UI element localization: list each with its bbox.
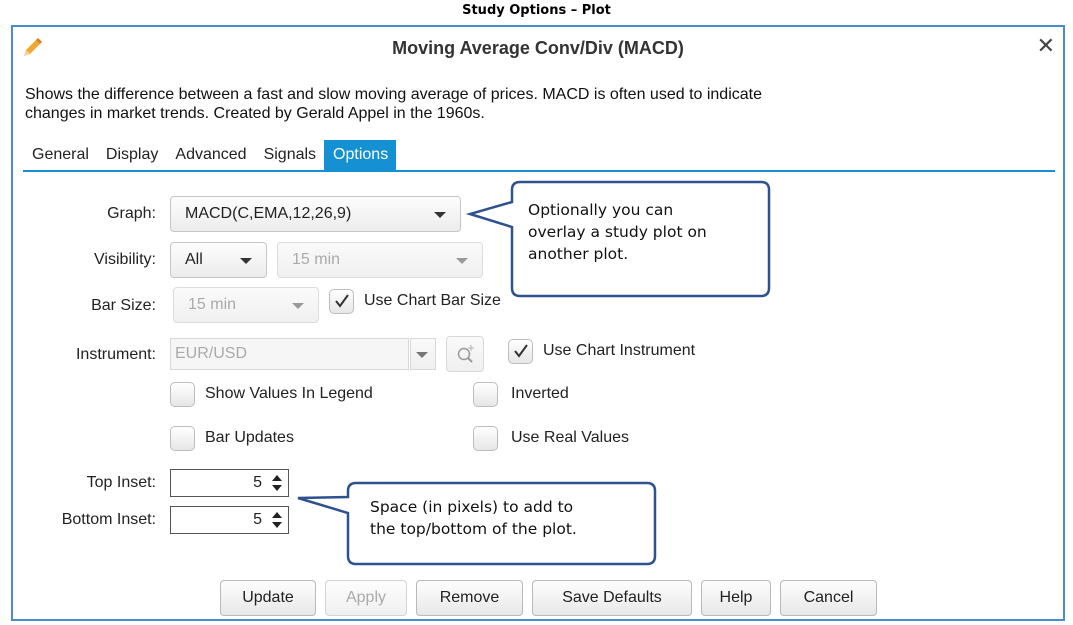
inset-callout-line-2: the top/bottom of the plot.: [370, 520, 577, 538]
graph-callout-text: Optionally you can overlay a study plot …: [528, 199, 707, 265]
graph-callout-line-2: overlay a study plot on: [528, 223, 707, 241]
graph-callout-line-3: another plot.: [528, 245, 629, 263]
inset-callout-text: Space (in pixels) to add to the top/bott…: [370, 496, 577, 540]
inset-callout-line-1: Space (in pixels) to add to: [370, 498, 574, 516]
graph-callout-line-1: Optionally you can: [528, 201, 674, 219]
